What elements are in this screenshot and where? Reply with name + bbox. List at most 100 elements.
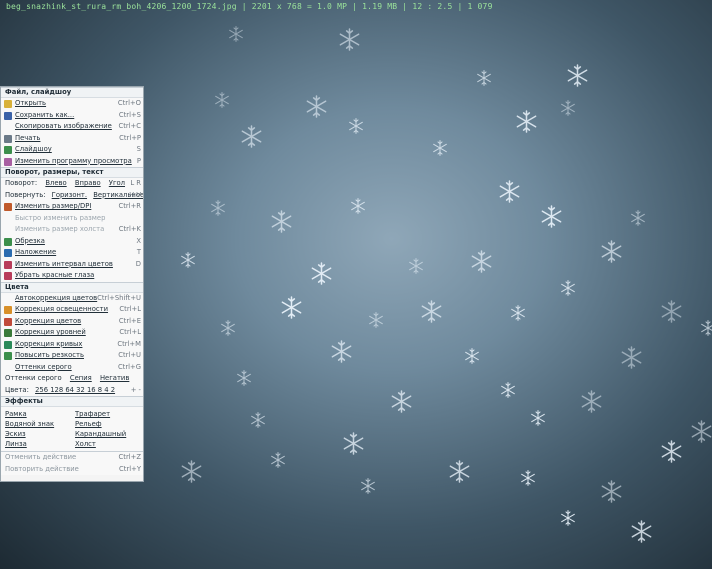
rotate-menu-item-3[interactable]: Обрезка X bbox=[1, 236, 143, 248]
colors-menu-item-0[interactable]: Автокоррекция цветов Ctrl+Shift+U bbox=[1, 293, 143, 305]
file-menu-item-5-shortcut: P bbox=[136, 156, 141, 165]
snowflake-icon bbox=[660, 300, 683, 323]
colors-menu-item-6-label: Оттенки серого bbox=[15, 362, 72, 371]
curves-icon bbox=[4, 340, 12, 349]
colors-menu-item-6-shortcut: Ctrl+G bbox=[117, 362, 141, 371]
snowflake-icon bbox=[310, 262, 333, 285]
negative-link[interactable]: Негатив bbox=[100, 374, 129, 382]
snowflake-icon bbox=[270, 210, 293, 233]
colors-menu-item-1-label: Коррекция освещенности bbox=[15, 305, 109, 313]
undo-shortcut: Ctrl+Z bbox=[118, 453, 141, 461]
file-menu-item-5[interactable]: Изменить программу просмотра P bbox=[1, 156, 143, 168]
rotate-shortcut: L R bbox=[130, 179, 141, 187]
snowflake-icon bbox=[470, 250, 493, 273]
colors-menu-item-4[interactable]: Коррекция кривых Ctrl+M bbox=[1, 339, 143, 351]
file-menu-item-4-label: Слайдшоу bbox=[15, 145, 52, 153]
file-menu-item-3-shortcut: Ctrl+P bbox=[119, 133, 141, 142]
rotate-menu-item-0-label: Изменить размер/DPI bbox=[15, 202, 92, 210]
colors-menu-item-3[interactable]: Коррекция уровней Ctrl+L bbox=[1, 327, 143, 339]
colors-menu-item-3-label: Коррекция уровней bbox=[15, 328, 86, 336]
undo-action[interactable]: Отменить действие Ctrl+Z bbox=[1, 452, 143, 464]
snowflake-icon bbox=[510, 305, 526, 321]
rotate-menu-item-4[interactable]: Наложение T bbox=[1, 247, 143, 259]
section-title-colors: Цвета bbox=[1, 282, 143, 293]
effect-item[interactable]: Холст bbox=[75, 439, 139, 449]
effect-item[interactable]: Рамка bbox=[5, 409, 69, 419]
color-icon bbox=[4, 260, 12, 269]
file-menu-item-1-label: Сохранить как... bbox=[15, 110, 75, 119]
rotate-angle-link[interactable]: Угол bbox=[109, 179, 125, 187]
mirror-line: Повернуть: Горизонт. Вертикальное H V bbox=[1, 190, 143, 202]
snowflake-icon bbox=[476, 70, 492, 86]
open-folder-icon bbox=[4, 100, 12, 108]
snowflake-icon bbox=[580, 390, 603, 413]
section-title-effects: Эффекты bbox=[1, 397, 143, 407]
rotate-left-link[interactable]: Влево bbox=[45, 179, 66, 187]
snowflake-icon bbox=[214, 92, 230, 108]
rotate-menu-item-4-shortcut: T bbox=[136, 248, 141, 256]
file-menu-item-2[interactable]: Скопировать изображение Ctrl+C bbox=[1, 121, 143, 133]
effect-item[interactable]: Линза bbox=[5, 439, 69, 449]
colors-menu-item-2-label: Коррекция цветов bbox=[15, 316, 82, 325]
snowflake-icon bbox=[630, 520, 653, 543]
colors-menu-item-2[interactable]: Коррекция цветов Ctrl+E bbox=[1, 316, 143, 328]
rotate-menu-item-2-label: Изменить размер холста bbox=[15, 225, 105, 233]
mirror-horizontal-link[interactable]: Горизонт. bbox=[52, 191, 87, 199]
menu-section-file: Файл, слайдшоу Открыть Ctrl+O Сохранить ка… bbox=[1, 87, 143, 167]
file-menu-item-0-shortcut: Ctrl+O bbox=[117, 99, 141, 107]
effect-item[interactable]: Водяной знак bbox=[5, 419, 69, 429]
colors-menu-item-5[interactable]: Повысить резкость Ctrl+U bbox=[1, 350, 143, 362]
snowflake-icon bbox=[498, 180, 521, 203]
file-menu-item-3-label: Печать bbox=[15, 133, 41, 142]
colors-menu-item-6[interactable]: Оттенки серого Ctrl+G bbox=[1, 362, 143, 374]
effect-item[interactable]: Карандашный bbox=[75, 429, 139, 439]
rotate-menu-item-1: Быстро изменить размер bbox=[1, 213, 143, 225]
color-depth-values[interactable]: 256 128 64 32 16 8 4 2 bbox=[35, 386, 115, 394]
edit-program-icon bbox=[4, 157, 12, 166]
colors-menu-item-5-label: Повысить резкость bbox=[15, 351, 84, 359]
rotate-menu-item-5[interactable]: Изменить интервал цветов D bbox=[1, 259, 143, 271]
rotate-label: Поворот: bbox=[5, 179, 38, 187]
snowflake-icon bbox=[330, 340, 353, 363]
rotate-menu-item-5-shortcut: D bbox=[135, 259, 141, 268]
snowflake-icon bbox=[464, 348, 480, 364]
colors-menu-item-1[interactable]: Коррекция освещенности Ctrl+L bbox=[1, 304, 143, 316]
effect-item[interactable]: Эскиз bbox=[5, 429, 69, 439]
menu-section-colors: Цвета Автокоррекция цветов Ctrl+Shift+U Ко… bbox=[1, 281, 143, 396]
snowflake-icon bbox=[228, 26, 244, 42]
rotate-menu-item-0-shortcut: Ctrl+R bbox=[118, 202, 141, 210]
snowflake-icon bbox=[350, 198, 366, 214]
effect-item[interactable]: Трафарет bbox=[75, 409, 139, 419]
rotate-menu-item-4-label: Наложение bbox=[15, 248, 57, 256]
snowflake-icon bbox=[600, 480, 623, 503]
file-menu-item-4[interactable]: Слайдшоу S bbox=[1, 144, 143, 156]
snowflake-icon bbox=[432, 140, 448, 156]
rotate-menu-item-6[interactable]: Убрать красные глаза bbox=[1, 270, 143, 282]
crop-icon bbox=[4, 237, 12, 246]
colors-menu-item-2-shortcut: Ctrl+E bbox=[118, 316, 141, 325]
sepia-link[interactable]: Сепия bbox=[70, 374, 92, 382]
neg-label: Оттенки серого bbox=[5, 374, 62, 382]
rotate-menu-item-0[interactable]: Изменить размер/DPI Ctrl+R bbox=[1, 201, 143, 213]
effect-item[interactable]: Рельеф bbox=[75, 419, 139, 429]
colors-menu-item-1-shortcut: Ctrl+L bbox=[119, 305, 141, 313]
section-title-file: Файл, слайдшоу bbox=[1, 88, 143, 98]
light-icon bbox=[4, 306, 12, 314]
snowflake-icon bbox=[630, 210, 646, 226]
file-menu-item-3[interactable]: Печать Ctrl+P bbox=[1, 133, 143, 145]
effects-grid: Рамка Трафарет Водяной знак Рельеф Эскиз Кара… bbox=[1, 407, 143, 451]
file-menu-item-1[interactable]: Сохранить как... Ctrl+S bbox=[1, 110, 143, 122]
file-menu-item-0[interactable]: Открыть Ctrl+O bbox=[1, 98, 143, 110]
snowflake-icon bbox=[520, 470, 536, 486]
overlay-icon bbox=[4, 249, 12, 257]
menu-section-effects: Эффекты Рамка Трафарет Водяной знак Рельеф Э… bbox=[1, 396, 143, 451]
levels-icon bbox=[4, 329, 12, 337]
snowflake-icon bbox=[305, 95, 328, 118]
rotate-menu-item-3-shortcut: X bbox=[136, 236, 141, 245]
neg-line: Оттенки серого Сепия Негатив bbox=[1, 373, 143, 385]
undo-label: Отменить действие bbox=[5, 453, 77, 461]
rotate-right-link[interactable]: Вправо bbox=[75, 179, 101, 187]
snowflake-icon bbox=[180, 460, 203, 483]
color-depth-label: Цвета: bbox=[5, 385, 29, 394]
redo-action[interactable]: Повторить действие Ctrl+Y bbox=[1, 464, 143, 476]
